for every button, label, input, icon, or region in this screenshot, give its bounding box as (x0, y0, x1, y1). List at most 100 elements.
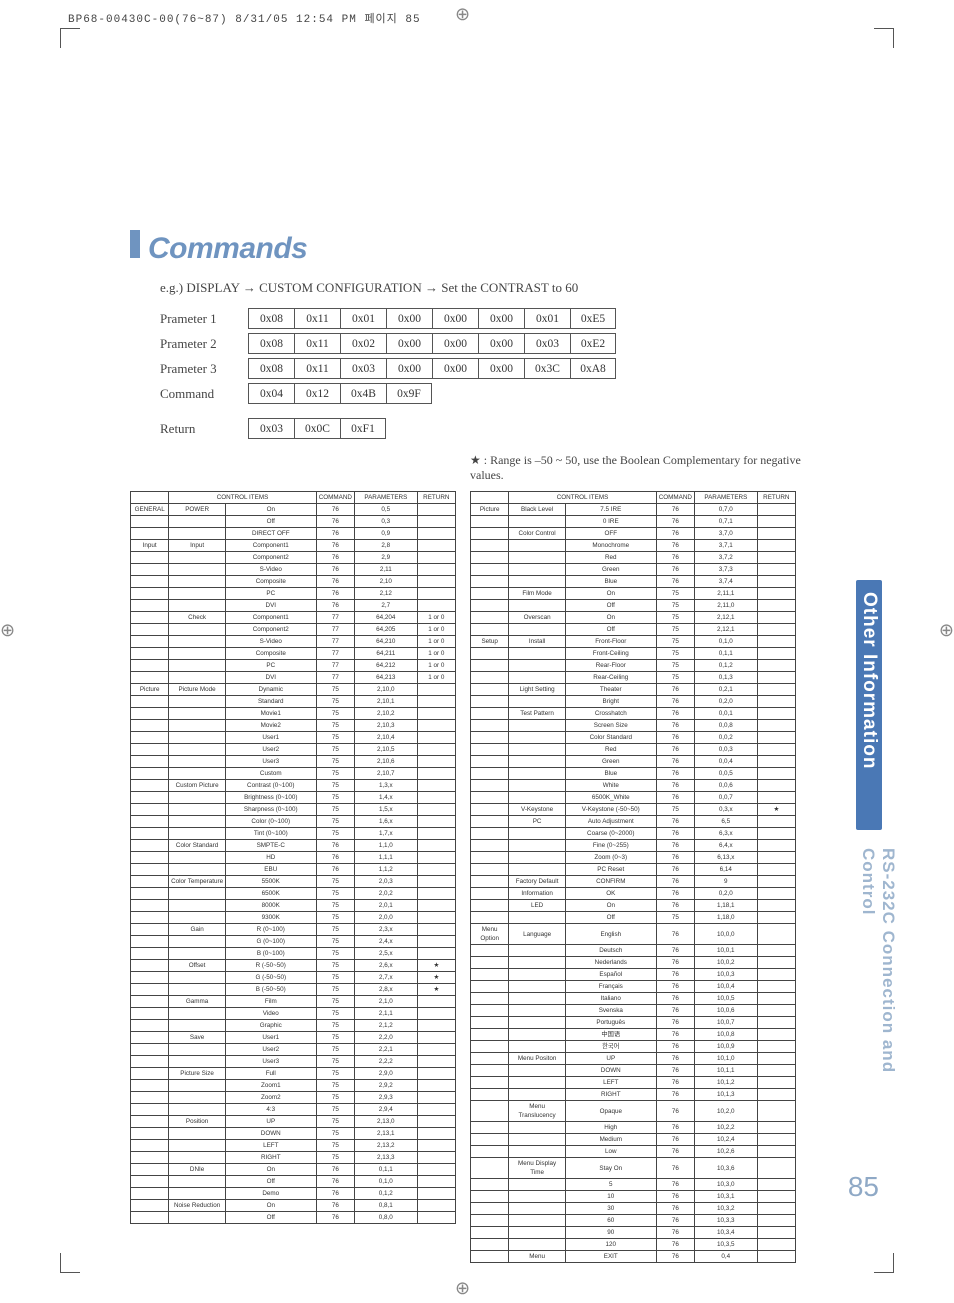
table-row: Fine (0~255)766,4,x (471, 840, 796, 852)
table-cell (471, 1179, 509, 1191)
byte-cell: 0x03 (524, 333, 570, 354)
table-cell: CONFIRM (565, 876, 656, 888)
table-cell: Overscan (509, 612, 566, 624)
table-cell: 76 (656, 564, 694, 576)
table-cell: OK (565, 888, 656, 900)
table-cell (169, 720, 226, 732)
table-cell (131, 1080, 169, 1092)
table-cell (417, 1008, 455, 1020)
byte-cell: 0x0C (294, 418, 340, 439)
table-cell (471, 957, 509, 969)
table-cell: 75 (316, 888, 354, 900)
table-cell (757, 720, 795, 732)
table-cell (757, 768, 795, 780)
table-cell: Film (225, 996, 316, 1008)
table-cell: Component1 (225, 612, 316, 624)
table-cell (417, 852, 455, 864)
table-cell (169, 888, 226, 900)
table-cell (417, 1176, 455, 1188)
table-cell: Off (225, 1176, 316, 1188)
table-row: Red763,7,2 (471, 552, 796, 564)
table-cell: 10,0,0 (695, 924, 758, 945)
table-cell (509, 780, 566, 792)
table-cell (471, 612, 509, 624)
table-cell (417, 1068, 455, 1080)
table-cell: 76 (656, 684, 694, 696)
table-cell (169, 852, 226, 864)
table-cell: Menu Option (471, 924, 509, 945)
table-cell: 2,0,1 (355, 900, 418, 912)
table-cell: 75 (316, 828, 354, 840)
table-cell (757, 1053, 795, 1065)
table-cell (471, 696, 509, 708)
table-cell (417, 732, 455, 744)
table-row: Standard752,10,1 (131, 696, 456, 708)
table-cell: 75 (316, 744, 354, 756)
byte-sequence: 0x030x0C0xF1 (248, 418, 386, 439)
table-row: InputInputComponent1762,8 (131, 540, 456, 552)
table-cell: Rear-Floor (565, 660, 656, 672)
table-cell: Coarse (0~2000) (565, 828, 656, 840)
table-cell (471, 969, 509, 981)
table-row: Français7610,0,4 (471, 981, 796, 993)
table-cell: 10,0,5 (695, 993, 758, 1005)
table-row: SetupInstallFront-Floor750,1,0 (471, 636, 796, 648)
table-cell: 75 (316, 732, 354, 744)
table-cell (417, 1056, 455, 1068)
table-cell: User3 (225, 1056, 316, 1068)
table-cell (169, 708, 226, 720)
table-cell (757, 504, 795, 516)
table-cell (757, 1134, 795, 1146)
table-cell: DVI (225, 600, 316, 612)
table-cell: PC (509, 816, 566, 828)
table-cell (417, 1020, 455, 1032)
table-cell: 75 (316, 696, 354, 708)
table-cell (169, 1176, 226, 1188)
table-cell: 76 (316, 564, 354, 576)
table-cell (417, 912, 455, 924)
table-cell (471, 528, 509, 540)
table-cell (417, 1164, 455, 1176)
table-cell: 76 (316, 852, 354, 864)
table-cell: 1,6,x (355, 816, 418, 828)
table-cell: 75 (316, 876, 354, 888)
table-row: GammaFilm752,1,0 (131, 996, 456, 1008)
table-row: Movie1752,10,2 (131, 708, 456, 720)
table-cell: V-Keystone (509, 804, 566, 816)
param-label: Prameter 2 (160, 336, 248, 352)
th-return: RETURN (757, 492, 795, 504)
table-cell: 76 (656, 828, 694, 840)
table-cell: Contrast (0~100) (225, 780, 316, 792)
table-cell (131, 840, 169, 852)
byte-cell: 0x08 (248, 333, 294, 354)
table-cell (509, 1041, 566, 1053)
table-row: B (0~100)752,5,x (131, 948, 456, 960)
table-row: White760,0,6 (471, 780, 796, 792)
table-cell: 2,11 (355, 564, 418, 576)
table-cell: 1,18,1 (695, 900, 758, 912)
table-cell: Color Standard (565, 732, 656, 744)
table-cell (509, 864, 566, 876)
table-cell: 76 (656, 852, 694, 864)
table-cell: 7.5 IRE (565, 504, 656, 516)
table-row: PC Reset766,14 (471, 864, 796, 876)
table-row: Custom752,10,7 (131, 768, 456, 780)
table-cell (757, 744, 795, 756)
byte-cell: 0x11 (294, 358, 340, 379)
table-cell: 75 (316, 1044, 354, 1056)
table-cell: 76 (656, 756, 694, 768)
table-row: S-Video762,11 (131, 564, 456, 576)
table-cell: 10 (565, 1191, 656, 1203)
byte-cell: 0x02 (340, 333, 386, 354)
table-cell: 2,9,2 (355, 1080, 418, 1092)
table-cell: 76 (656, 816, 694, 828)
table-cell: 76 (656, 732, 694, 744)
table-cell (131, 936, 169, 948)
table-cell: 0,0,6 (695, 780, 758, 792)
table-cell: 2,0,0 (355, 912, 418, 924)
table-row: RIGHT7610,1,3 (471, 1089, 796, 1101)
table-cell (757, 900, 795, 912)
table-cell (471, 600, 509, 612)
table-row: 中国语7610,0,8 (471, 1029, 796, 1041)
table-cell: 75 (316, 1128, 354, 1140)
